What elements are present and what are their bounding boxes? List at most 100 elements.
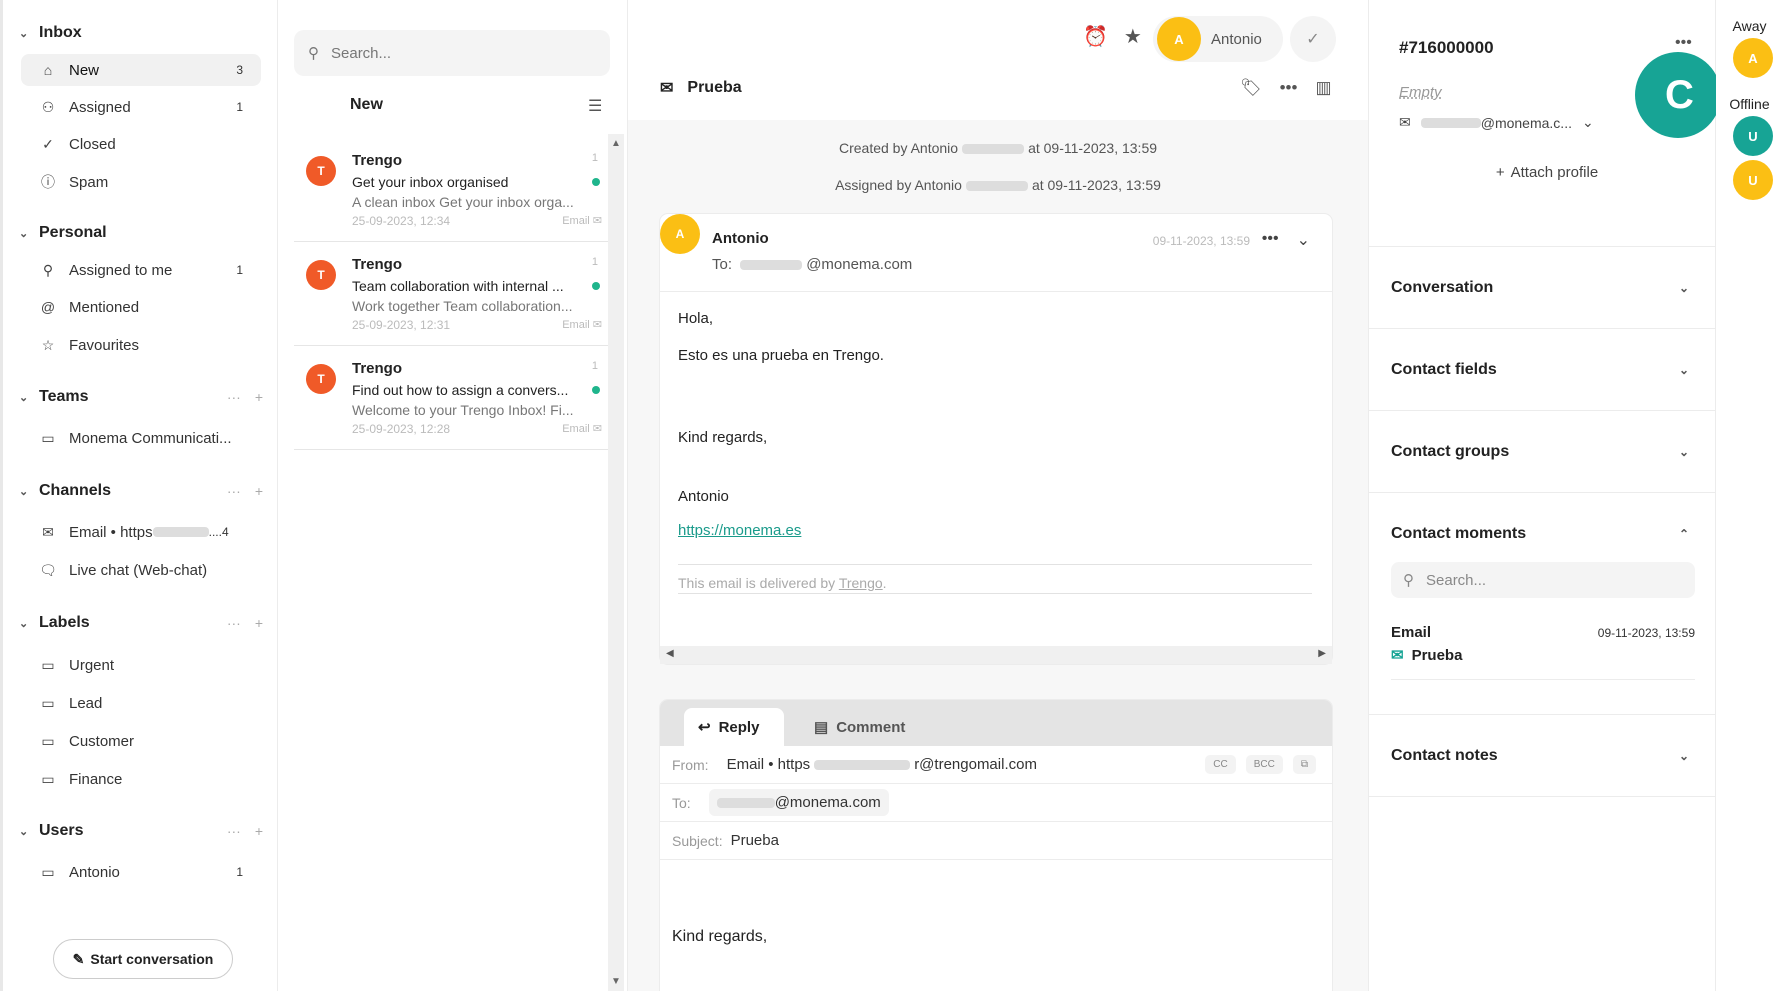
sidebar-item-label-finance[interactable]: ▭ Finance — [21, 763, 261, 795]
reply-icon: ↩ — [698, 719, 711, 736]
recipient-chip[interactable]: @monema.com — [708, 789, 889, 816]
chevron-up-icon[interactable]: ▲ — [611, 138, 621, 149]
conversation-item[interactable]: T Trengo 1 Find out how to assign a conv… — [294, 346, 610, 450]
conversation-header: ⏰ ★ A Antonio ✓ ✉ Prueba 🏷 ••• ▥ — [628, 0, 1368, 120]
mail-icon: ✉ — [1399, 114, 1411, 130]
contact-id: #716000000 — [1399, 38, 1494, 57]
users-icon: ⚇ — [41, 98, 55, 115]
tab-comment[interactable]: ▤ Comment — [800, 708, 905, 746]
more-icon[interactable]: ··· — [227, 823, 241, 839]
accordion-contact-notes[interactable]: Contact notes ⌄ — [1369, 714, 1715, 796]
mail-icon: ✉ — [592, 319, 602, 331]
chevron-down-icon[interactable]: ▼ — [611, 976, 621, 987]
chevron-down-icon: ⌄ — [1678, 748, 1689, 763]
sidebar-item-closed[interactable]: ✓ Closed — [21, 128, 261, 160]
message-count: 1 — [591, 256, 598, 268]
reply-editor[interactable]: Kind regards, — [672, 928, 767, 946]
offline-label: Offline — [1729, 96, 1770, 112]
chevron-down-icon: ⌄ — [19, 27, 29, 40]
section-channels[interactable]: ⌄ Channels ··· + — [19, 480, 269, 502]
start-conversation-button[interactable]: ✎ Start conversation — [53, 939, 233, 979]
sidebar-item-live-chat[interactable]: 🗨 Live chat (Web-chat) — [21, 554, 261, 586]
conversation-subject: Team collaboration with internal ... — [352, 278, 564, 294]
contact-email[interactable]: ✉ @monema.c... ⌄ — [1399, 114, 1594, 131]
more-icon[interactable]: ••• — [1262, 230, 1279, 250]
sidebar-item-spam[interactable]: ⓘ Spam — [21, 166, 261, 198]
chevron-down-icon: ⌄ — [1678, 444, 1689, 459]
section-teams[interactable]: ⌄ Teams ··· + — [19, 386, 269, 408]
chevron-down-icon: ⌄ — [19, 825, 29, 838]
list-scrollbar[interactable]: ▲ ▼ — [608, 134, 624, 991]
sidebar-item-label-lead[interactable]: ▭ Lead — [21, 687, 261, 719]
from-field[interactable]: From: Email • https r@trengomail.com CC BCC ⧉ — [660, 746, 1332, 784]
sidebar-item-user-antonio[interactable]: ▭ Antonio 1 — [21, 856, 261, 888]
sidebar-item-favourites[interactable]: ☆ Favourites — [21, 329, 261, 361]
chevron-left-icon: ◀ — [666, 648, 674, 659]
conversation-item[interactable]: T Trengo 1 Team collaboration with inter… — [294, 242, 610, 346]
tab-reply[interactable]: ↩ Reply — [684, 708, 784, 746]
trengo-link[interactable]: Trengo — [839, 575, 883, 591]
sidebar-item-new[interactable]: ⌂ New 3 — [21, 54, 261, 86]
tag-icon[interactable]: 🏷 — [1240, 78, 1262, 98]
conversation-subject: Get your inbox organised — [352, 174, 509, 190]
more-icon[interactable]: ••• — [1280, 78, 1298, 98]
sidebar-item-label-customer[interactable]: ▭ Customer — [21, 725, 261, 757]
sidebar-item-label-urgent[interactable]: ▭ Urgent — [21, 649, 261, 681]
assignee-selector[interactable]: A Antonio — [1153, 16, 1283, 62]
add-icon[interactable]: + — [255, 483, 263, 499]
user-avatar[interactable]: U — [1733, 116, 1773, 156]
more-icon[interactable]: ••• — [1675, 34, 1692, 52]
sidebar-item-mentioned[interactable]: @ Mentioned — [21, 291, 261, 323]
chevron-down-icon[interactable]: ⌄ — [1297, 230, 1310, 250]
popout-icon[interactable]: ⧉ — [1292, 755, 1316, 774]
search-input[interactable]: ⚲ Search... — [294, 30, 610, 76]
cc-button[interactable]: CC — [1205, 755, 1236, 774]
conversation-preview: Work together Team collaboration... — [352, 298, 573, 314]
more-icon[interactable]: ··· — [227, 389, 241, 405]
user-avatar[interactable]: U — [1733, 160, 1773, 200]
sidebar-item-assigned-to-me[interactable]: ⚲ Assigned to me 1 — [21, 254, 261, 286]
moments-search-input[interactable]: ⚲ Search... — [1391, 562, 1695, 598]
mail-icon: ✉ — [592, 215, 602, 227]
section-personal[interactable]: ⌄ Personal — [19, 222, 269, 244]
folder-icon: ▭ — [41, 770, 55, 787]
star-icon[interactable]: ★ — [1124, 24, 1142, 49]
subject-field[interactable]: Subject: Prueba — [660, 822, 1332, 860]
unread-dot — [592, 282, 600, 290]
avatar: T — [306, 156, 336, 186]
panel-toggle-icon[interactable]: ▥ — [1315, 78, 1331, 98]
add-icon[interactable]: + — [255, 615, 263, 631]
sidebar-item-assigned[interactable]: ⚇ Assigned 1 — [21, 91, 261, 123]
redacted-text — [1420, 117, 1481, 128]
add-icon[interactable]: + — [255, 389, 263, 405]
accordion-contact-groups[interactable]: Contact groups ⌄ — [1369, 410, 1715, 492]
sort-icon[interactable]: ☰ — [588, 96, 602, 116]
conversation-preview: Welcome to your Trengo Inbox! Fi... — [352, 402, 574, 418]
section-inbox[interactable]: ⌄ Inbox — [19, 22, 269, 44]
more-icon[interactable]: ··· — [227, 615, 241, 631]
user-avatar[interactable]: A — [1733, 38, 1773, 78]
accordion-conversation[interactable]: Conversation ⌄ — [1369, 246, 1715, 328]
avatar: A — [1157, 17, 1201, 61]
accordion-contact-fields[interactable]: Contact fields ⌄ — [1369, 328, 1715, 410]
system-event-assigned: Assigned by Antonio at 09-11-2023, 13:59 — [835, 177, 1161, 193]
channel-label: Email ✉ — [562, 423, 602, 435]
attach-profile-button[interactable]: + Attach profile — [1399, 152, 1695, 192]
contact-name-field[interactable]: Empty — [1399, 84, 1442, 101]
check-icon: ✓ — [1306, 31, 1320, 48]
section-users[interactable]: ⌄ Users ··· + — [19, 820, 269, 842]
sidebar-item-email-channel[interactable]: ✉ Email • https ....4 — [21, 516, 261, 548]
message-scrollbar[interactable]: ◀ ▶ — [660, 646, 1332, 664]
more-icon[interactable]: ··· — [227, 483, 241, 499]
to-field[interactable]: To: @monema.com — [660, 784, 1332, 822]
bcc-button[interactable]: BCC — [1245, 755, 1283, 774]
sidebar-item-team[interactable]: ▭ Monema Communicati... — [21, 422, 261, 454]
signature-link[interactable]: https://monema.es — [678, 522, 801, 539]
section-labels[interactable]: ⌄ Labels ··· + — [19, 612, 269, 634]
add-icon[interactable]: + — [255, 823, 263, 839]
conversation-item[interactable]: T Trengo 1 Get your inbox organised A cl… — [294, 138, 610, 242]
contact-moment-item[interactable]: Email 09-11-2023, 13:59 ✉ Prueba — [1391, 624, 1695, 680]
snooze-clock-icon[interactable]: ⏰ — [1083, 24, 1108, 49]
close-conversation-button[interactable]: ✓ — [1290, 16, 1336, 62]
chevron-down-icon: ⌄ — [1678, 362, 1689, 377]
